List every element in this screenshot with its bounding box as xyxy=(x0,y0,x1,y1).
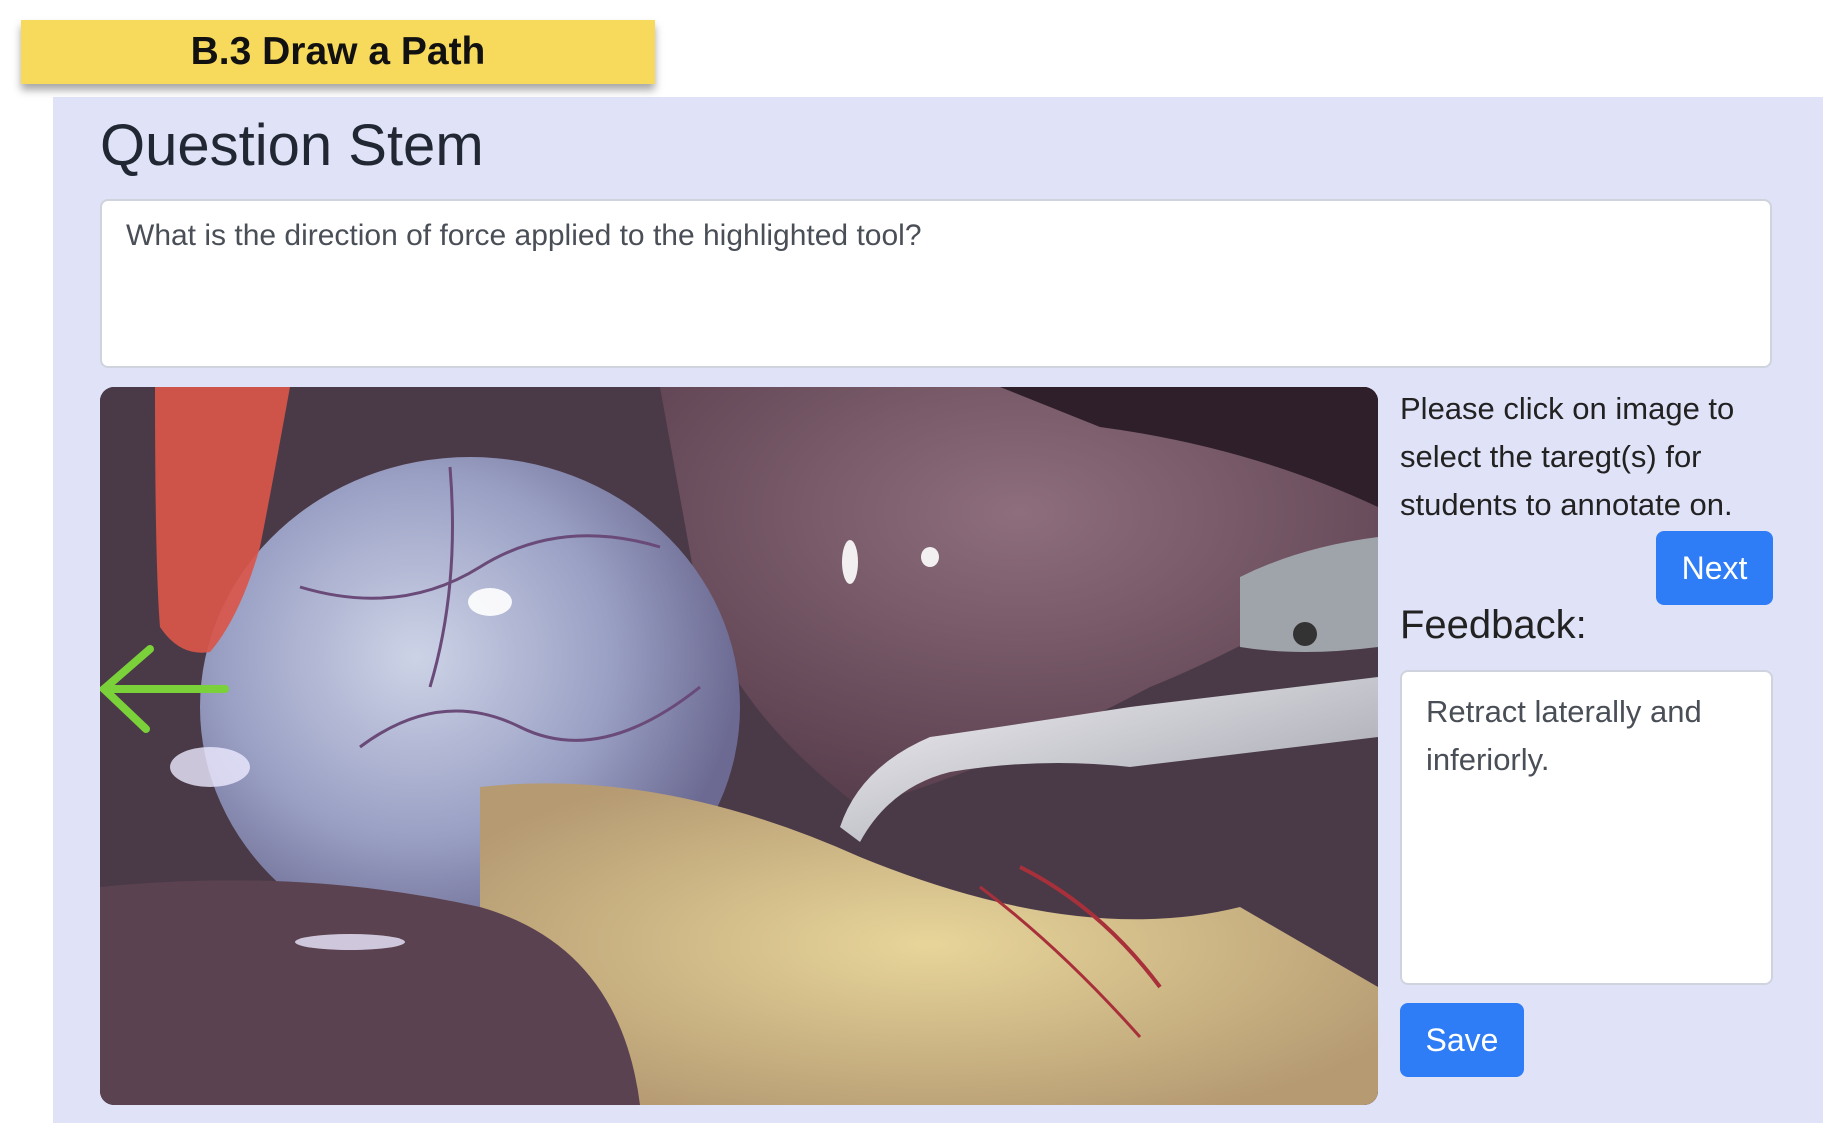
feedback-label: Feedback: xyxy=(1400,603,1587,647)
specular-highlight xyxy=(842,540,858,584)
image-instructions: Please click on image to select the tare… xyxy=(1400,391,1735,522)
page-title-tag: B.3 Draw a Path xyxy=(21,20,655,84)
question-stem-heading: Question Stem xyxy=(100,113,484,178)
question-stem-input[interactable]: What is the direction of force applied t… xyxy=(100,199,1772,368)
save-button[interactable]: Save xyxy=(1400,1003,1524,1077)
feedback-input[interactable]: Retract laterally and inferiorly. xyxy=(1400,670,1773,985)
specular-highlight xyxy=(295,934,405,950)
specular-highlight xyxy=(170,747,250,787)
surgical-image[interactable] xyxy=(100,387,1378,1105)
next-button[interactable]: Next xyxy=(1656,531,1773,605)
specular-highlight xyxy=(468,588,512,616)
specular-highlight xyxy=(921,547,939,567)
